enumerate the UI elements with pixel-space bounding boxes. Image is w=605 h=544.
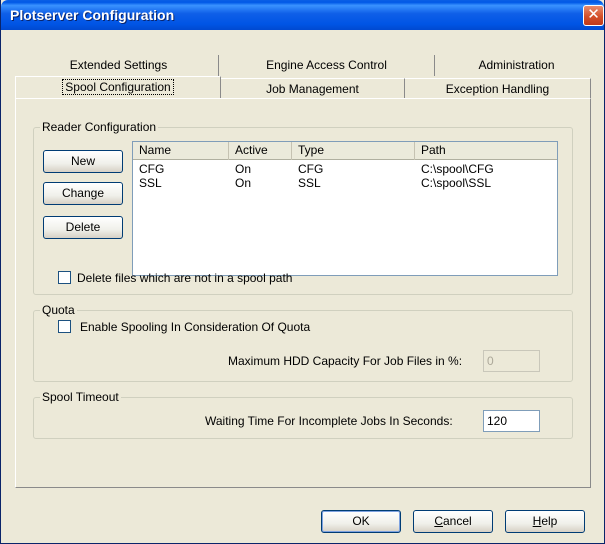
list-item[interactable]: SSL On SSL C:\spool\SSL: [133, 176, 557, 190]
delete-files-label[interactable]: Delete files which are not in a spool pa…: [77, 271, 292, 285]
tab-label: Administration: [478, 58, 555, 72]
tab-administration[interactable]: Administration: [435, 55, 598, 76]
enable-quota-checkbox[interactable]: [58, 320, 71, 333]
group-title: Reader Configuration: [40, 120, 159, 134]
waiting-time-input[interactable]: 120: [483, 410, 540, 432]
tab-label: Spool Configuration: [62, 79, 174, 95]
max-capacity-label: Maximum HDD Capacity For Job Files in %:: [228, 354, 463, 368]
change-button[interactable]: Change: [43, 182, 123, 205]
delete-button[interactable]: Delete: [43, 216, 123, 239]
title-bar[interactable]: Plotserver Configuration ✕: [1, 0, 604, 30]
delete-files-checkbox[interactable]: [58, 271, 71, 284]
cell-path: C:\spool\CFG: [421, 162, 494, 176]
max-capacity-input[interactable]: 0: [483, 350, 540, 372]
tab-spool-configuration[interactable]: Spool Configuration: [15, 76, 221, 99]
cell-type: CFG: [298, 162, 324, 176]
close-icon: ✕: [587, 6, 600, 23]
help-button[interactable]: Help: [505, 510, 585, 533]
list-item[interactable]: CFG On CFG C:\spool\CFG: [133, 162, 557, 176]
column-name[interactable]: Name: [133, 142, 229, 160]
tab-label: Engine Access Control: [266, 58, 387, 72]
cell-active: On: [235, 162, 252, 176]
column-path[interactable]: Path: [415, 142, 557, 160]
tab-engine-access-control[interactable]: Engine Access Control: [219, 55, 435, 76]
plotserver-config-window: Plotserver Configuration ✕ Extended Sett…: [0, 0, 605, 544]
cancel-button[interactable]: Cancel: [413, 510, 493, 533]
cancel-label: ancel: [442, 514, 472, 528]
list-header: Name Active Type Path: [133, 142, 557, 160]
waiting-time-label: Waiting Time For Incomplete Jobs In Seco…: [205, 414, 453, 428]
tab-label: Extended Settings: [69, 58, 168, 72]
tab-job-management[interactable]: Job Management: [221, 78, 405, 99]
window-title: Plotserver Configuration: [10, 7, 175, 23]
cell-name: CFG: [139, 162, 165, 176]
new-button[interactable]: New: [43, 150, 123, 173]
ok-button[interactable]: OK: [321, 510, 401, 533]
enable-quota-label[interactable]: Enable Spooling In Consideration Of Quot…: [80, 320, 310, 334]
tab-label: Job Management: [266, 82, 359, 96]
tab-extended-settings[interactable]: Extended Settings: [19, 55, 219, 76]
reader-list[interactable]: Name Active Type Path CFG On CFG C:\spoo…: [132, 141, 558, 276]
cell-active: On: [235, 176, 252, 190]
close-button[interactable]: ✕: [583, 5, 604, 26]
cell-path: C:\spool\SSL: [421, 176, 492, 190]
group-title: Spool Timeout: [40, 390, 121, 404]
column-active[interactable]: Active: [229, 142, 292, 160]
column-type[interactable]: Type: [292, 142, 415, 160]
cell-name: SSL: [139, 176, 162, 190]
cancel-mnemonic: C: [434, 514, 443, 528]
tab-label: Exception Handling: [445, 82, 550, 96]
cell-type: SSL: [298, 176, 321, 190]
tab-exception-handling[interactable]: Exception Handling: [405, 78, 591, 99]
group-title: Quota: [40, 303, 77, 317]
help-label: elp: [541, 514, 558, 528]
